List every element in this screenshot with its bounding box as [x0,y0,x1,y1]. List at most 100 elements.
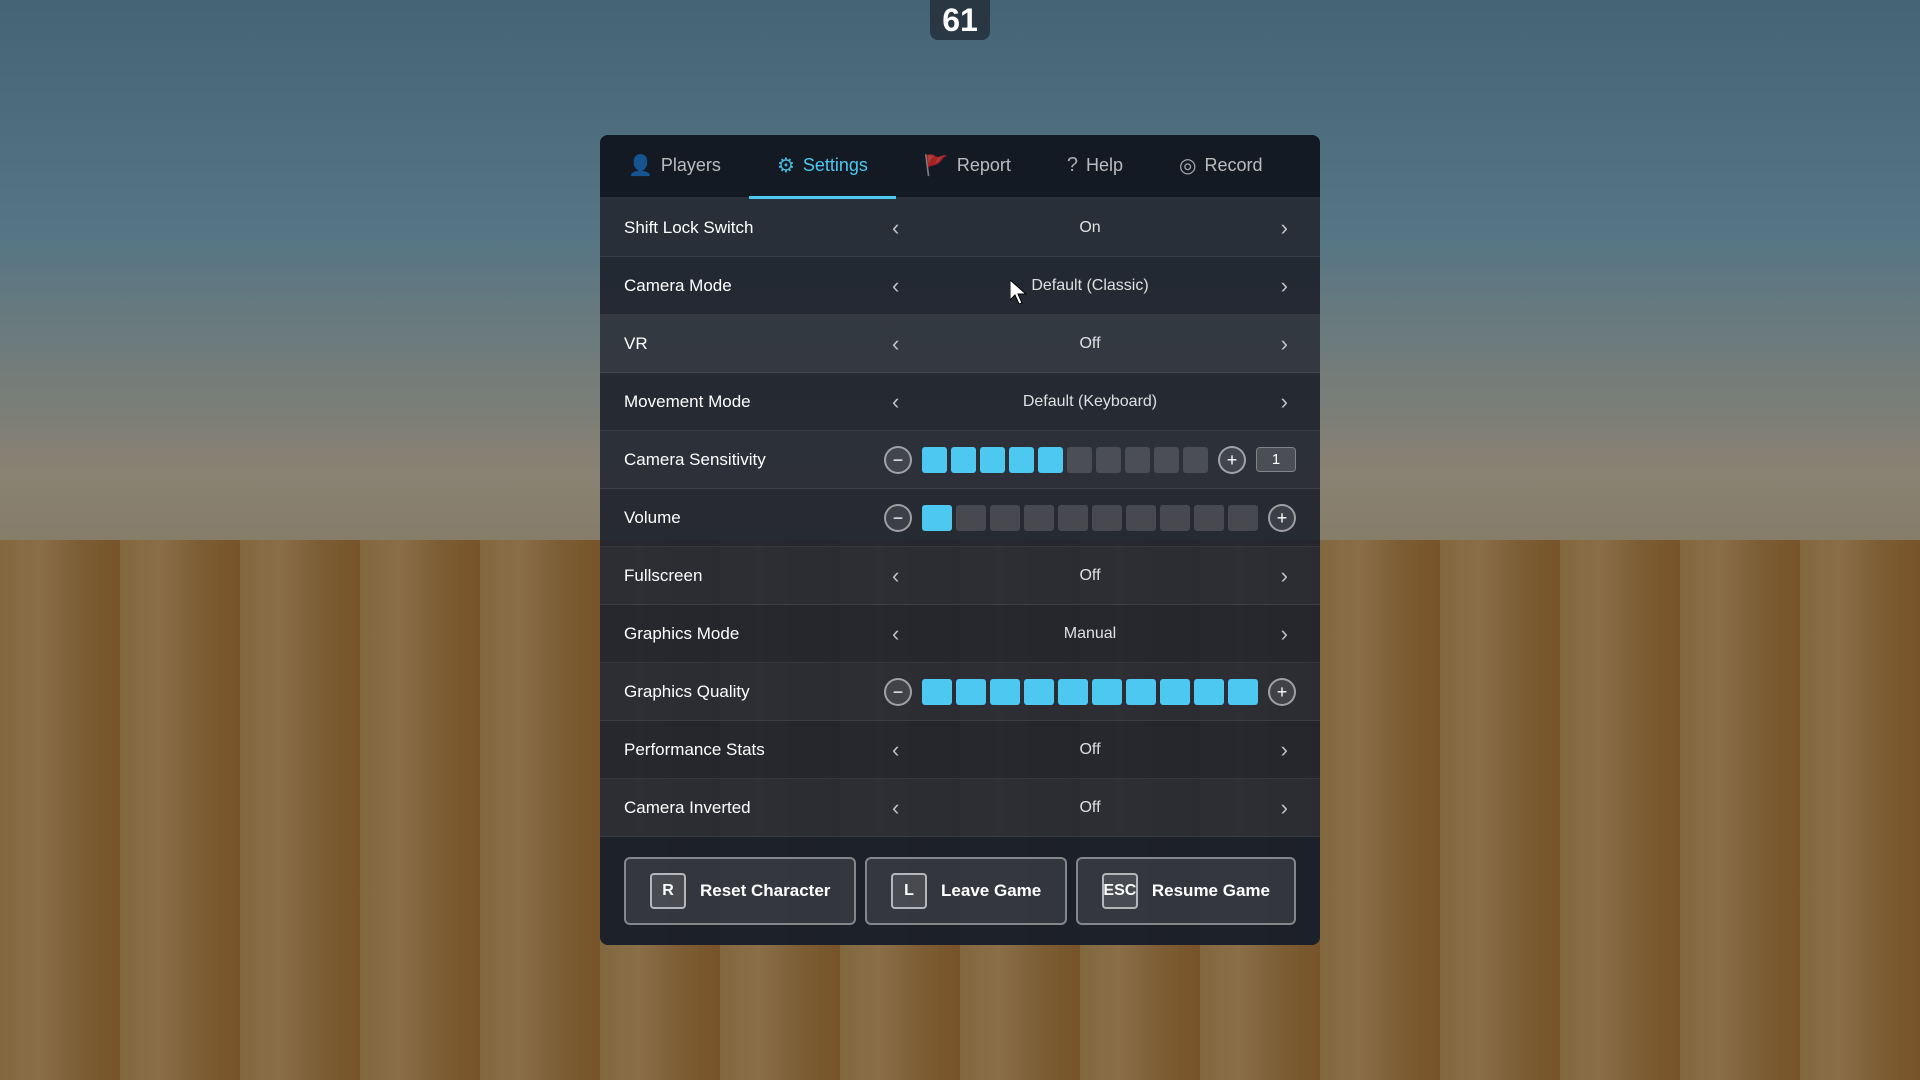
seg-v-4[interactable] [1024,505,1054,531]
seg-gq-3[interactable] [990,679,1020,705]
seg-cs-1[interactable] [922,447,947,473]
seg-v-2[interactable] [956,505,986,531]
seg-gq-9[interactable] [1194,679,1224,705]
graphics-mode-next[interactable]: › [1273,619,1296,649]
camera-mode-prev[interactable]: ‹ [884,271,907,301]
resume-key-badge: ESC [1102,873,1138,909]
fullscreen-next[interactable]: › [1273,561,1296,591]
vr-next[interactable]: › [1273,329,1296,359]
camera-inverted-label: Camera Inverted [624,798,884,818]
resume-game-button[interactable]: ESC Resume Game [1076,857,1296,925]
camera-mode-label: Camera Mode [624,276,884,296]
volume-control: − + [884,504,1296,532]
settings-menu: 👤 Players ⚙ Settings 🚩 Report ? Help ◎ R… [600,135,1320,945]
movement-mode-prev[interactable]: ‹ [884,387,907,417]
seg-cs-6[interactable] [1067,447,1092,473]
shift-lock-value: On [915,219,1264,237]
volume-slider: − + [884,504,1296,532]
fullscreen-control: ‹ Off › [884,561,1296,591]
seg-v-6[interactable] [1092,505,1122,531]
camera-inverted-value: Off [915,799,1264,817]
camera-mode-control: ‹ Default (Classic) › [884,271,1296,301]
setting-movement-mode: Movement Mode ‹ Default (Keyboard) › [600,373,1320,431]
tab-record-label: Record [1204,155,1262,176]
setting-fullscreen: Fullscreen ‹ Off › [600,547,1320,605]
shift-lock-label: Shift Lock Switch [624,218,884,238]
seg-cs-5[interactable] [1038,447,1063,473]
leave-key-badge: L [891,873,927,909]
seg-cs-8[interactable] [1125,447,1150,473]
volume-plus[interactable]: + [1268,504,1296,532]
seg-v-5[interactable] [1058,505,1088,531]
seg-gq-6[interactable] [1092,679,1122,705]
camera-sensitivity-minus[interactable]: − [884,446,912,474]
resume-game-label: Resume Game [1152,881,1270,901]
tab-help[interactable]: ? Help [1039,135,1151,199]
tab-record[interactable]: ◎ Record [1151,135,1290,199]
leave-game-label: Leave Game [941,881,1041,901]
performance-stats-control: ‹ Off › [884,735,1296,765]
fullscreen-value: Off [915,567,1264,585]
graphics-quality-minus[interactable]: − [884,678,912,706]
seg-gq-5[interactable] [1058,679,1088,705]
vr-control: ‹ Off › [884,329,1296,359]
seg-gq-2[interactable] [956,679,986,705]
seg-v-3[interactable] [990,505,1020,531]
graphics-quality-label: Graphics Quality [624,682,884,702]
seg-gq-1[interactable] [922,679,952,705]
seg-v-10[interactable] [1228,505,1258,531]
camera-mode-next[interactable]: › [1273,271,1296,301]
graphics-quality-plus[interactable]: + [1268,678,1296,706]
movement-mode-next[interactable]: › [1273,387,1296,417]
camera-sensitivity-slider: − + [884,446,1296,474]
shift-lock-prev[interactable]: ‹ [884,213,907,243]
seg-gq-10[interactable] [1228,679,1258,705]
camera-inverted-prev[interactable]: ‹ [884,793,907,823]
seg-cs-3[interactable] [980,447,1005,473]
fullscreen-prev[interactable]: ‹ [884,561,907,591]
seg-cs-7[interactable] [1096,447,1121,473]
reset-character-button[interactable]: R Reset Character [624,857,856,925]
graphics-quality-track [922,679,1258,705]
camera-sensitivity-number[interactable] [1256,447,1296,472]
performance-stats-next[interactable]: › [1273,735,1296,765]
volume-track [922,505,1258,531]
fullscreen-label: Fullscreen [624,566,884,586]
camera-sensitivity-track [922,447,1208,473]
camera-mode-value: Default (Classic) [915,277,1264,295]
volume-label: Volume [624,508,884,528]
graphics-mode-control: ‹ Manual › [884,619,1296,649]
shift-lock-next[interactable]: › [1273,213,1296,243]
graphics-mode-prev[interactable]: ‹ [884,619,907,649]
volume-minus[interactable]: − [884,504,912,532]
seg-v-9[interactable] [1194,505,1224,531]
setting-camera-mode: Camera Mode ‹ Default (Classic) › [600,257,1320,315]
player-count: 61 [930,0,990,40]
shift-lock-control: ‹ On › [884,213,1296,243]
graphics-quality-control: − + [884,678,1296,706]
seg-cs-9[interactable] [1154,447,1179,473]
tab-bar: 👤 Players ⚙ Settings 🚩 Report ? Help ◎ R… [600,135,1320,199]
seg-v-8[interactable] [1160,505,1190,531]
seg-gq-8[interactable] [1160,679,1190,705]
tab-players[interactable]: 👤 Players [600,135,749,199]
seg-v-1[interactable] [922,505,952,531]
vr-prev[interactable]: ‹ [884,329,907,359]
graphics-quality-slider: − + [884,678,1296,706]
seg-cs-10[interactable] [1183,447,1208,473]
tab-report[interactable]: 🚩 Report [896,135,1039,199]
performance-stats-value: Off [915,741,1264,759]
setting-graphics-quality: Graphics Quality − [600,663,1320,721]
seg-v-7[interactable] [1126,505,1156,531]
performance-stats-prev[interactable]: ‹ [884,735,907,765]
camera-sensitivity-plus[interactable]: + [1218,446,1246,474]
seg-cs-2[interactable] [951,447,976,473]
movement-mode-control: ‹ Default (Keyboard) › [884,387,1296,417]
seg-cs-4[interactable] [1009,447,1034,473]
setting-shift-lock: Shift Lock Switch ‹ On › [600,199,1320,257]
camera-inverted-next[interactable]: › [1273,793,1296,823]
seg-gq-7[interactable] [1126,679,1156,705]
seg-gq-4[interactable] [1024,679,1054,705]
leave-game-button[interactable]: L Leave Game [865,857,1067,925]
tab-settings[interactable]: ⚙ Settings [749,135,896,199]
